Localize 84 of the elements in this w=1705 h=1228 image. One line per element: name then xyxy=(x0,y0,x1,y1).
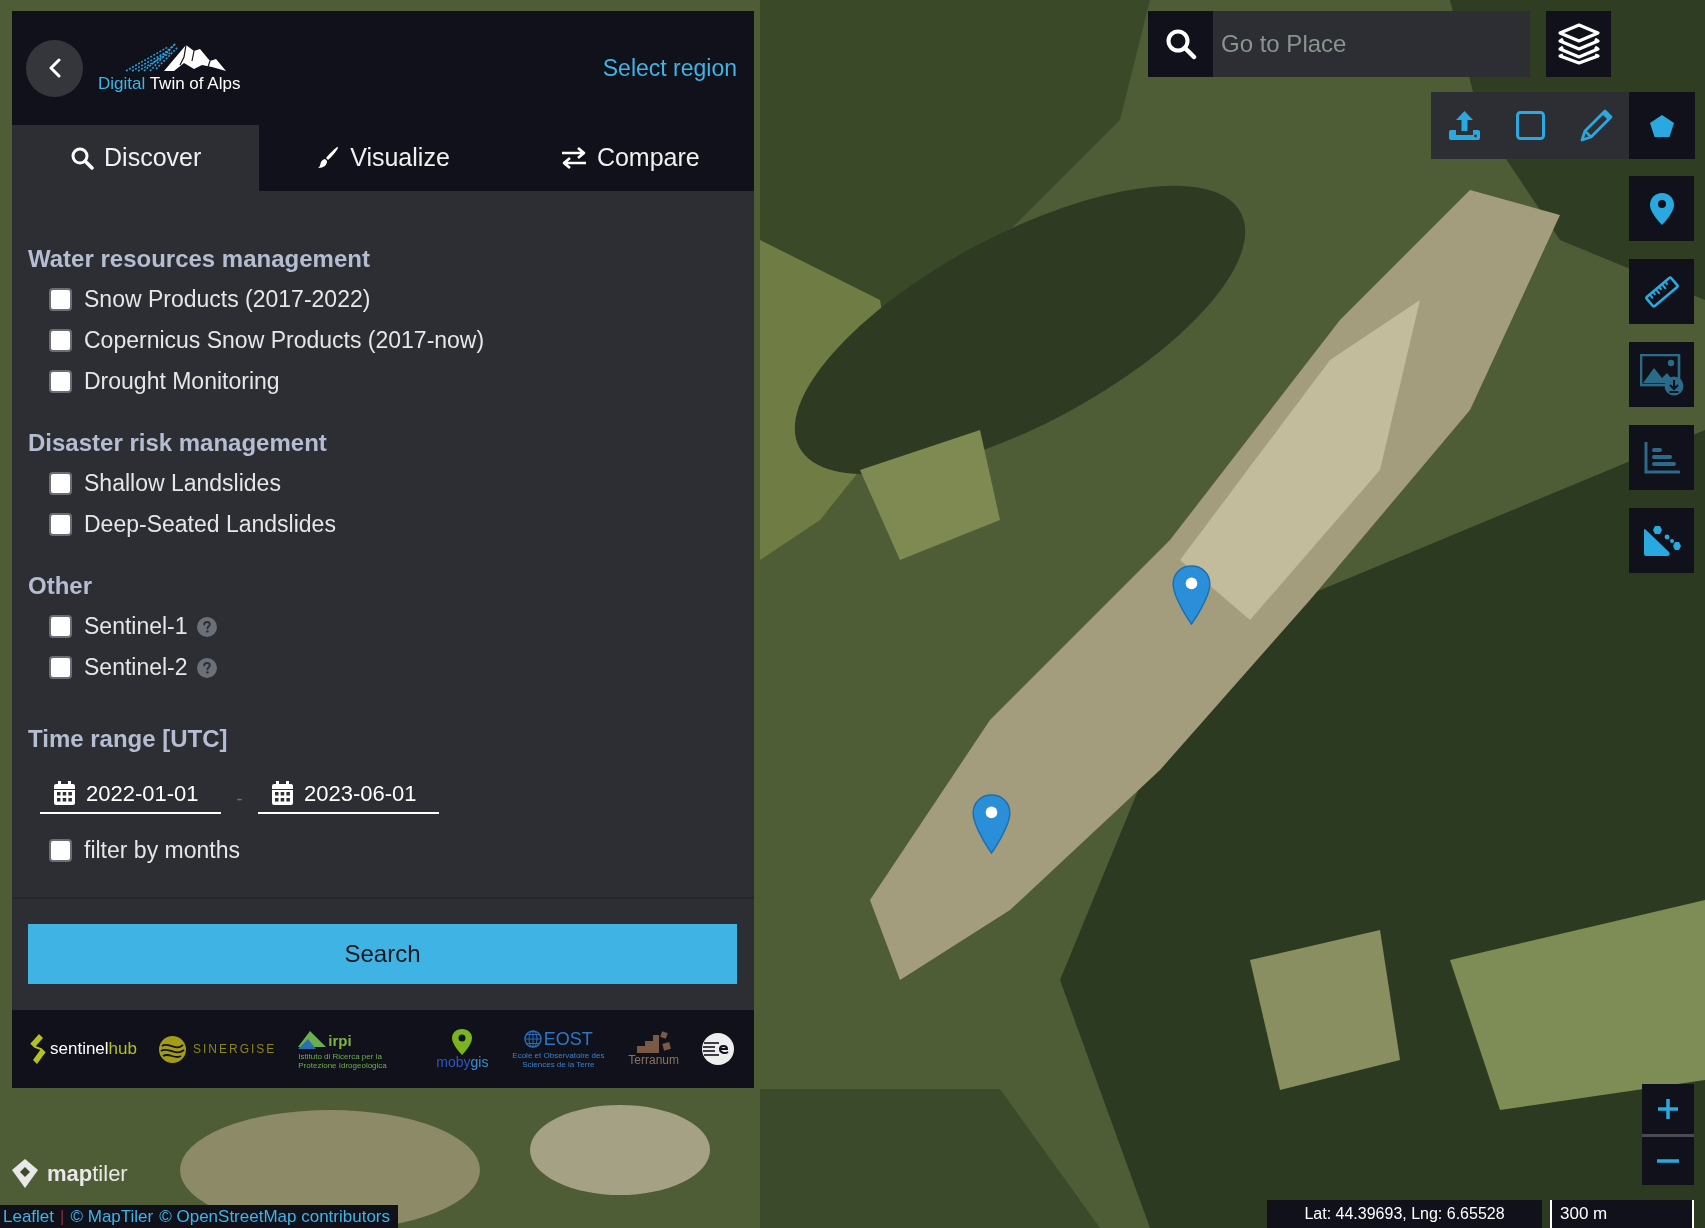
section-heading: Other xyxy=(28,571,93,601)
coordinates-text: Lat: 44.39693, Lng: 6.65528 xyxy=(1267,1200,1542,1228)
checkbox[interactable] xyxy=(49,329,72,352)
diamond-logo-icon xyxy=(11,1158,39,1189)
minus-icon xyxy=(1657,1159,1679,1163)
logo-text: maptiler xyxy=(47,1160,128,1187)
checkbox-label: Deep-Seated Landslides xyxy=(84,510,336,540)
tab[interactable]: Compare xyxy=(506,125,754,191)
checkbox[interactable] xyxy=(49,370,72,393)
mountain-logo-icon xyxy=(124,41,229,73)
checkbox[interactable] xyxy=(49,615,72,638)
logo-text: sentinelhub xyxy=(50,1038,137,1061)
logo-text: Digital Twin of Alps xyxy=(98,73,241,95)
pin-logo-icon xyxy=(452,1028,473,1055)
logo-text: SINERGISE xyxy=(192,1041,277,1058)
section-heading: Disaster risk management xyxy=(28,428,328,458)
checkbox-label: Copernicus Snow Products (2017-now) xyxy=(84,326,485,356)
logo-text: mobygis xyxy=(436,1054,489,1070)
chevron-left-icon xyxy=(48,58,61,78)
checkbox-label: Sentinel-2 xyxy=(84,653,188,683)
place-search-field[interactable]: Go to Place xyxy=(1213,11,1530,77)
logo-text: Terranum xyxy=(628,1053,679,1067)
back-button[interactable] xyxy=(26,39,83,97)
map-marker-icon[interactable] xyxy=(972,794,1011,854)
logo-text: EOST xyxy=(543,1029,593,1049)
calendar-icon xyxy=(272,781,293,805)
mountain-logo-icon xyxy=(298,1028,327,1049)
checkbox-label: Snow Products (2017-2022) xyxy=(84,285,371,315)
date-field[interactable]: 2023-06-01 xyxy=(258,774,439,814)
tab[interactable]: Discover xyxy=(12,125,260,191)
checkbox[interactable] xyxy=(49,513,72,536)
layers-button[interactable] xyxy=(1546,11,1611,77)
upload-icon xyxy=(1447,109,1481,142)
section-heading: Water resources management xyxy=(28,244,371,274)
checkbox-label: filter by months xyxy=(84,836,240,866)
scale-bar: 300 m xyxy=(1550,1200,1694,1228)
search-icon xyxy=(1164,28,1197,60)
ruler-icon xyxy=(1644,274,1679,309)
bolt-logo-icon xyxy=(30,1034,46,1064)
blocks-logo-icon xyxy=(634,1031,673,1053)
date-field[interactable]: 2022-01-01 xyxy=(40,774,221,814)
marker-tool-button[interactable] xyxy=(1629,176,1694,241)
checkbox[interactable] xyxy=(49,472,72,495)
image-download-icon xyxy=(1639,353,1684,396)
measure-button[interactable] xyxy=(1629,259,1694,324)
plus-icon xyxy=(1657,1098,1679,1120)
falling-shapes-icon xyxy=(1642,524,1681,557)
bar-chart-icon xyxy=(1643,441,1680,474)
swirl-logo-icon xyxy=(158,1035,186,1063)
logo-subtitle: Ecole et Observatoire des Sciences de la Terre xyxy=(511,1051,606,1069)
help-icon[interactable] xyxy=(196,657,217,678)
checkbox[interactable] xyxy=(49,656,72,679)
logo-subtitle: Istituto di Ricerca per la Protezione Idrogeologica xyxy=(298,1051,388,1070)
search-button[interactable]: Search xyxy=(28,924,737,984)
checkbox-label: Sentinel-1 xyxy=(84,612,188,642)
checkbox[interactable] xyxy=(49,839,72,862)
help-icon[interactable] xyxy=(196,616,217,637)
calendar-icon xyxy=(54,781,75,805)
attribution-link[interactable]: Leaflet xyxy=(3,1205,55,1228)
layers-icon xyxy=(1556,22,1601,66)
attribution-link[interactable]: © OpenStreetMap contributors xyxy=(159,1205,391,1228)
pentagon-icon xyxy=(1650,114,1674,137)
section-heading: Time range [UTC] xyxy=(28,724,229,754)
paintbrush-icon xyxy=(316,146,341,170)
striped-circle-logo-icon xyxy=(701,1032,735,1066)
pencil-icon xyxy=(1579,109,1613,142)
globe-logo-icon xyxy=(523,1030,542,1048)
shapes-tool-button[interactable] xyxy=(1629,508,1694,573)
map-pin-icon xyxy=(1649,192,1674,225)
square-icon xyxy=(1515,111,1545,140)
logo-text: irpi xyxy=(328,1032,352,1049)
search-button[interactable] xyxy=(1148,11,1213,77)
attribution-link[interactable]: © MapTiler xyxy=(70,1205,154,1228)
search-icon xyxy=(70,146,95,170)
map-marker-icon[interactable] xyxy=(1172,565,1211,625)
range-separator: - xyxy=(235,787,244,811)
checkbox-label: Shallow Landslides xyxy=(84,469,281,499)
swap-arrows-icon xyxy=(560,147,587,169)
tab[interactable]: Visualize xyxy=(259,125,507,191)
polygon-button[interactable] xyxy=(1629,92,1695,159)
checkbox[interactable] xyxy=(49,288,72,311)
separator-text: | xyxy=(60,1206,65,1228)
select-region-link[interactable]: Select region xyxy=(602,50,737,86)
checkbox-label: Drought Monitoring xyxy=(84,367,280,397)
